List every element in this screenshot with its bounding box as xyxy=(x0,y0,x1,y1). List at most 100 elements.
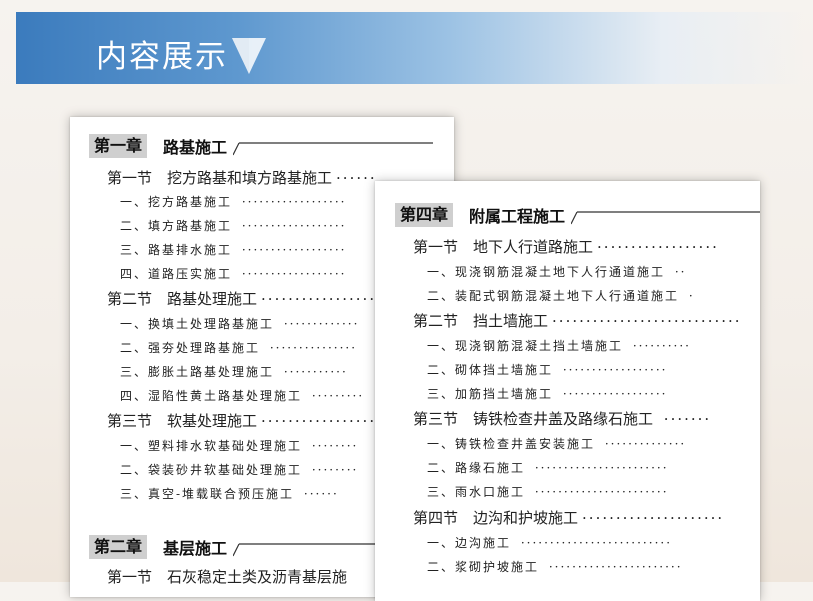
toc-item-label: 二、装配式钢筋混凝土地下人行通道施工 xyxy=(427,289,680,303)
leader-dots: ·················· xyxy=(557,363,668,377)
chapter-number-badge: 第二章 xyxy=(89,535,148,559)
toc-item-label: 一、现浇钢筋混凝土地下人行通道施工 xyxy=(427,265,666,279)
toc-item[interactable]: 一、铸铁检查井盖安装施工 ·············· xyxy=(427,435,686,452)
toc-item-label: 一、边沟施工 xyxy=(427,536,512,550)
toc-section[interactable]: 第二节 挡土墙施工 ···························· xyxy=(413,310,742,331)
chapter-heading[interactable]: 第一章 路基施工 xyxy=(89,134,454,158)
leader-dots: ······················· xyxy=(529,461,669,475)
leader-dots: ··············· xyxy=(264,341,358,355)
toc-item[interactable]: 一、现浇钢筋混凝土挡土墙施工 ·········· xyxy=(427,337,691,354)
toc-item-label: 四、湿陷性黄土路基处理施工 xyxy=(120,389,303,403)
chapter-heading[interactable]: 第四章 附属工程施工 xyxy=(395,203,760,227)
leader-dots: ······················· xyxy=(543,560,683,574)
leader-dots: ·· xyxy=(669,265,687,279)
chapter-title: 附属工程施工 xyxy=(469,207,566,226)
section-title: 地下人行道路施工 xyxy=(473,238,594,256)
section-number: 第三节 xyxy=(413,410,459,428)
toc-item-label: 一、塑料排水软基础处理施工 xyxy=(120,439,303,453)
section-number: 第二节 xyxy=(107,290,153,308)
header-banner: 内容展示 xyxy=(16,12,804,84)
toc-item-label: 二、路缘石施工 xyxy=(427,461,526,475)
down-arrow-icon xyxy=(232,38,266,74)
leader-dots: ··········· xyxy=(278,365,348,379)
toc-item[interactable]: 四、湿陷性黄土路基处理施工 ········· xyxy=(120,387,364,404)
section-number: 第一节 xyxy=(413,238,459,256)
leader-dots: ········ xyxy=(306,439,359,453)
section-title: 铸铁检查井盖及路缘石施工 xyxy=(473,410,654,428)
section-number: 第二节 xyxy=(413,312,459,330)
section-title: 路基处理施工 xyxy=(167,290,258,308)
toc-item[interactable]: 二、装配式钢筋混凝土地下人行通道施工 · xyxy=(427,287,695,304)
leader-dots: ······· xyxy=(657,410,712,428)
chapter-title: 基层施工 xyxy=(163,539,228,558)
section-number: 第三节 xyxy=(107,412,153,430)
toc-section[interactable]: 第一节 挖方路基和填方路基施工 ······ xyxy=(107,167,377,188)
toc-section[interactable]: 第二节 路基处理施工 ·················· xyxy=(107,288,383,309)
leader-dots: ····················· xyxy=(582,509,725,527)
chapter-rule xyxy=(233,134,454,158)
leader-dots: ·················· xyxy=(557,387,668,401)
toc-section[interactable]: 第四节 边沟和护坡施工 ····················· xyxy=(413,507,724,528)
toc-item[interactable]: 一、挖方路基施工 ·················· xyxy=(120,193,347,210)
leader-dots: ·········· xyxy=(627,339,691,353)
leader-dots: ·················· xyxy=(261,290,383,308)
toc-page-right: 第四章 附属工程施工 第一节 地下人行道路施工 ··················… xyxy=(375,181,760,601)
toc-section[interactable]: 第一节 地下人行道路施工 ·················· xyxy=(413,236,719,257)
chapter-title: 路基施工 xyxy=(163,138,228,157)
leader-dots: ·················· xyxy=(236,195,347,209)
leader-dots: ·················· xyxy=(236,243,347,257)
toc-item-label: 二、强夯处理路基施工 xyxy=(120,341,261,355)
section-title: 软基处理施工 xyxy=(167,412,258,430)
leader-dots: ···························· xyxy=(552,312,742,330)
section-number: 第一节 xyxy=(107,568,153,586)
leader-dots: ······ xyxy=(298,487,339,501)
toc-item-label: 三、真空-堆载联合预压施工 xyxy=(120,487,295,501)
section-number: 第一节 xyxy=(107,169,153,187)
leader-dots: ·················· xyxy=(236,219,347,233)
chapter-rule xyxy=(571,203,760,227)
toc-item-label: 二、浆砌护坡施工 xyxy=(427,560,540,574)
toc-item-label: 二、填方路基施工 xyxy=(120,219,233,233)
toc-item-label: 二、砌体挡土墙施工 xyxy=(427,363,554,377)
toc-item-label: 三、膨胀土路基处理施工 xyxy=(120,365,275,379)
toc-section[interactable]: 第三节 铸铁检查井盖及路缘石施工 ······· xyxy=(413,408,711,429)
leader-dots: · xyxy=(683,289,695,303)
toc-item-label: 一、换填土处理路基施工 xyxy=(120,317,275,331)
leader-dots: ············· xyxy=(278,317,360,331)
toc-section[interactable]: 第一节 石灰稳定土类及沥青基层施 xyxy=(107,566,347,587)
toc-item[interactable]: 一、边沟施工 ·························· xyxy=(427,534,672,551)
toc-item[interactable]: 二、路缘石施工 ······················· xyxy=(427,459,669,476)
toc-item[interactable]: 二、填方路基施工 ·················· xyxy=(120,217,347,234)
toc-item[interactable]: 三、雨水口施工 ······················· xyxy=(427,483,669,500)
toc-item[interactable]: 三、路基排水施工 ·················· xyxy=(120,241,347,258)
toc-item[interactable]: 二、浆砌护坡施工 ······················· xyxy=(427,558,683,575)
toc-section[interactable]: 第三节 软基处理施工 ·················· xyxy=(107,410,383,431)
toc-item[interactable]: 一、换填土处理路基施工 ············· xyxy=(120,315,359,332)
leader-dots: ·················· xyxy=(261,412,383,430)
toc-item-label: 一、铸铁检查井盖安装施工 xyxy=(427,437,596,451)
toc-item[interactable]: 三、加筋挡土墙施工 ·················· xyxy=(427,385,668,402)
toc-item[interactable]: 四、道路压实施工 ·················· xyxy=(120,265,347,282)
leader-dots: ·············· xyxy=(599,437,687,451)
leader-dots: ·················· xyxy=(597,238,719,256)
section-number: 第四节 xyxy=(413,509,459,527)
toc-item[interactable]: 二、砌体挡土墙施工 ·················· xyxy=(427,361,668,378)
toc-item[interactable]: 一、现浇钢筋混凝土地下人行通道施工 ·· xyxy=(427,263,686,280)
toc-item-label: 二、袋装砂井软基础处理施工 xyxy=(120,463,303,477)
toc-item[interactable]: 二、强夯处理路基施工 ··············· xyxy=(120,339,357,356)
toc-item[interactable]: 三、真空-堆载联合预压施工 ······ xyxy=(120,485,339,502)
section-title: 挡土墙施工 xyxy=(473,312,549,330)
toc-item[interactable]: 三、膨胀土路基处理施工 ··········· xyxy=(120,363,348,380)
toc-item[interactable]: 二、袋装砂井软基础处理施工 ········ xyxy=(120,461,358,478)
toc-item-label: 三、路基排水施工 xyxy=(120,243,233,257)
section-title: 挖方路基和填方路基施工 xyxy=(167,169,333,187)
leader-dots: ········· xyxy=(306,389,365,403)
toc-item[interactable]: 一、塑料排水软基础处理施工 ········ xyxy=(120,437,358,454)
section-title: 边沟和护坡施工 xyxy=(473,509,579,527)
chapter-number-badge: 第一章 xyxy=(89,134,148,158)
toc-item-label: 四、道路压实施工 xyxy=(120,267,233,281)
section-title: 石灰稳定土类及沥青基层施 xyxy=(167,568,348,586)
toc-item-label: 三、加筋挡土墙施工 xyxy=(427,387,554,401)
page-title: 内容展示 xyxy=(96,39,228,75)
toc-item-label: 一、挖方路基施工 xyxy=(120,195,233,209)
